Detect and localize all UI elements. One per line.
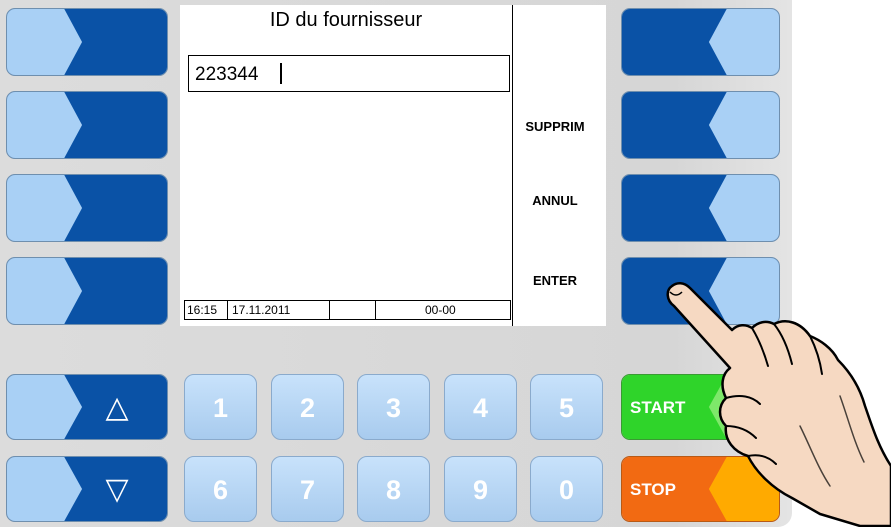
status-divider [329, 301, 330, 319]
right-softkey-1[interactable] [621, 8, 780, 76]
key-1[interactable]: 1 [184, 374, 257, 440]
softkey-label-annul: ANNUL [532, 193, 578, 208]
key-7[interactable]: 7 [271, 456, 344, 522]
key-2[interactable]: 2 [271, 374, 344, 440]
key-6[interactable]: 6 [184, 456, 257, 522]
chevron-right-icon [7, 9, 167, 75]
key-3[interactable]: 3 [357, 374, 430, 440]
left-softkey-4[interactable] [6, 257, 168, 325]
status-date: 17.11.2011 [232, 303, 291, 317]
pointing-hand-icon [666, 282, 891, 527]
right-softkey-supprim[interactable] [621, 91, 780, 159]
status-bar: 16:15 17.11.2011 00-00 [184, 300, 511, 320]
left-softkey-2[interactable] [6, 91, 168, 159]
chevron-right-icon [7, 175, 167, 241]
text-cursor [280, 63, 282, 84]
status-divider [227, 301, 228, 319]
status-divider [375, 301, 376, 319]
status-code: 00-00 [425, 303, 456, 317]
softkey-label-enter: ENTER [532, 273, 578, 288]
chevron-right-icon [7, 258, 167, 324]
status-time: 16:15 [187, 303, 218, 317]
softkey-label-supprim: SUPPRIM [525, 119, 585, 134]
supplier-id-input[interactable]: 223344 [188, 55, 510, 92]
page-title: ID du fournisseur [269, 9, 423, 31]
display-screen: ID du fournisseur 223344 16:15 17.11.201… [180, 5, 606, 326]
supplier-id-value: 223344 [195, 64, 259, 85]
chevron-left-icon [622, 175, 779, 241]
key-4[interactable]: 4 [444, 374, 517, 440]
triangle-down-icon: ▽ [105, 473, 129, 506]
key-5[interactable]: 5 [530, 374, 603, 440]
key-9[interactable]: 9 [444, 456, 517, 522]
left-softkey-1[interactable] [6, 8, 168, 76]
triangle-up-icon: △ [105, 391, 129, 424]
key-0[interactable]: 0 [530, 456, 603, 522]
chevron-left-icon [622, 9, 779, 75]
chevron-right-icon [7, 92, 167, 158]
arrow-up-button[interactable]: △ [6, 374, 168, 440]
screen-content: ID du fournisseur 223344 16:15 17.11.201… [180, 5, 513, 326]
left-softkey-3[interactable] [6, 174, 168, 242]
right-softkey-annul[interactable] [621, 174, 780, 242]
key-8[interactable]: 8 [357, 456, 430, 522]
chevron-left-icon [622, 92, 779, 158]
arrow-down-button[interactable]: ▽ [6, 456, 168, 522]
